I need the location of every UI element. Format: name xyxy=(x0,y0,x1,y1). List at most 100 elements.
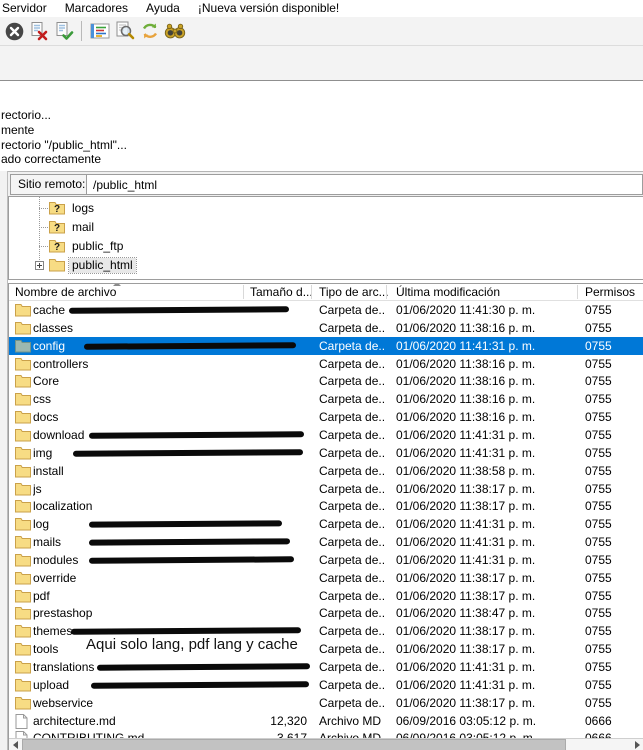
file-list-header: Nombre de archivo Tamaño d... Tipo de ar… xyxy=(9,284,643,301)
log-line: ado correctamente xyxy=(1,152,101,166)
column-header-name[interactable]: Nombre de archivo xyxy=(15,285,116,300)
reconnect-icon[interactable] xyxy=(53,20,75,42)
file-modified: 01/06/2020 11:38:16 p. m. xyxy=(396,392,574,407)
folder-icon xyxy=(15,571,31,586)
scrollbar-thumb[interactable] xyxy=(22,739,566,750)
file-type: Carpeta de... xyxy=(319,660,385,675)
folder-icon xyxy=(15,357,31,372)
file-name: js xyxy=(33,482,42,497)
horizontal-scrollbar[interactable] xyxy=(9,738,643,750)
file-permissions: 0755 xyxy=(585,464,640,479)
folder-icon xyxy=(15,392,31,407)
file-permissions: 0755 xyxy=(585,357,640,372)
file-row[interactable]: docsCarpeta de...01/06/2020 11:38:16 p. … xyxy=(9,408,643,426)
file-row[interactable]: CoreCarpeta de...01/06/2020 11:38:16 p. … xyxy=(9,372,643,390)
file-modified: 01/06/2020 11:41:31 p. m. xyxy=(396,517,574,532)
folder-icon xyxy=(15,339,31,354)
file-row[interactable]: localizationCarpeta de...01/06/2020 11:3… xyxy=(9,497,643,515)
scroll-left-button[interactable] xyxy=(9,739,22,750)
file-row[interactable]: prestashopCarpeta de...01/06/2020 11:38:… xyxy=(9,604,643,622)
file-row[interactable]: architecture.md12,320Archivo MD06/09/201… xyxy=(9,712,643,730)
column-separator[interactable] xyxy=(311,285,312,299)
file-type: Archivo MD xyxy=(319,714,385,729)
file-row[interactable]: cacheCarpeta de...01/06/2020 11:41:30 p.… xyxy=(9,301,643,319)
expand-icon[interactable] xyxy=(35,261,44,270)
disconnect-icon[interactable] xyxy=(28,20,50,42)
menu-ayuda[interactable]: Ayuda xyxy=(137,0,189,17)
refresh-icon[interactable] xyxy=(139,20,161,42)
column-separator[interactable] xyxy=(243,285,244,299)
find-files-icon[interactable] xyxy=(164,20,186,42)
triangle-right-icon xyxy=(635,741,640,749)
file-type: Carpeta de... xyxy=(319,446,385,461)
file-row[interactable]: downloadCarpeta de...01/06/2020 11:41:31… xyxy=(9,426,643,444)
menu-new-version[interactable]: ¡Nueva versión disponible! xyxy=(189,0,348,17)
tree-item-logs[interactable]: ?logs xyxy=(9,199,643,218)
tree-item-label: public_html xyxy=(69,258,136,273)
file-permissions: 0755 xyxy=(585,339,640,354)
file-type: Carpeta de... xyxy=(319,482,385,497)
file-name: upload xyxy=(33,678,69,693)
tree-item-label: public_ftp xyxy=(69,239,126,254)
file-row[interactable]: modulesCarpeta de...01/06/2020 11:41:31 … xyxy=(9,551,643,569)
file-row[interactable]: mailsCarpeta de...01/06/2020 11:41:31 p.… xyxy=(9,533,643,551)
file-permissions: 0755 xyxy=(585,696,640,711)
file-size xyxy=(243,571,307,586)
file-row[interactable]: imgCarpeta de...01/06/2020 11:41:31 p. m… xyxy=(9,444,643,462)
file-row[interactable]: classesCarpeta de...01/06/2020 11:38:16 … xyxy=(9,319,643,337)
file-row[interactable]: overrideCarpeta de...01/06/2020 11:38:17… xyxy=(9,569,643,587)
tree-item-mail[interactable]: ?mail xyxy=(9,218,643,237)
cancel-icon[interactable] xyxy=(3,20,25,42)
remote-path-combobox[interactable]: /public_html xyxy=(86,174,643,195)
file-name: modules xyxy=(33,553,78,568)
file-permissions: 0755 xyxy=(585,499,640,514)
file-type: Carpeta de... xyxy=(319,642,385,657)
file-row[interactable]: cssCarpeta de...01/06/2020 11:38:16 p. m… xyxy=(9,390,643,408)
svg-text:?: ? xyxy=(54,242,60,253)
file-size: 12,320 xyxy=(243,714,307,729)
column-header-modified[interactable]: Última modificación xyxy=(396,285,500,300)
file-row[interactable]: configCarpeta de...01/06/2020 11:41:31 p… xyxy=(9,337,643,355)
file-type: Carpeta de... xyxy=(319,696,385,711)
file-name: translations xyxy=(33,660,94,675)
file-type: Carpeta de... xyxy=(319,589,385,604)
tree-guide-stub xyxy=(39,227,48,228)
scroll-right-button[interactable] xyxy=(631,739,643,750)
file-row[interactable]: installCarpeta de...01/06/2020 11:38:58 … xyxy=(9,462,643,480)
unknown-folder-icon: ? xyxy=(49,201,65,218)
column-separator[interactable] xyxy=(577,285,578,299)
tree-guide-stub xyxy=(39,208,48,209)
file-permissions: 0755 xyxy=(585,624,640,639)
file-size xyxy=(243,482,307,497)
menu-servidor[interactable]: Servidor xyxy=(0,0,56,17)
remote-file-list: Nombre de archivo Tamaño d... Tipo de ar… xyxy=(8,283,643,750)
tree-item-public_html[interactable]: public_html xyxy=(9,256,643,275)
file-row[interactable]: translationsCarpeta de...01/06/2020 11:4… xyxy=(9,658,643,676)
svg-text:?: ? xyxy=(54,204,60,215)
file-modified: 01/06/2020 11:38:16 p. m. xyxy=(396,410,574,425)
column-header-size[interactable]: Tamaño d... xyxy=(250,285,313,300)
pane-splitter[interactable] xyxy=(0,171,8,750)
file-row[interactable]: logCarpeta de...01/06/2020 11:41:31 p. m… xyxy=(9,515,643,533)
column-header-type[interactable]: Tipo de arc... xyxy=(319,285,389,300)
file-name: mails xyxy=(33,535,61,550)
file-row[interactable]: js Carpeta de... 01/06/2020 11:38:17 p. m.… xyxy=(9,480,643,498)
file-row[interactable]: controllersCarpeta de...01/06/2020 11:38… xyxy=(9,355,643,373)
file-modified: 01/06/2020 11:41:30 p. m. xyxy=(396,303,574,318)
file-permissions: 0755 xyxy=(585,571,640,586)
column-header-permissions[interactable]: Permisos xyxy=(585,285,635,300)
folder-icon xyxy=(15,678,31,693)
menu-marcadores[interactable]: Marcadores xyxy=(56,0,137,17)
file-row[interactable]: pdfCarpeta de...01/06/2020 11:38:17 p. m… xyxy=(9,587,643,605)
file-row[interactable]: webserviceCarpeta de...01/06/2020 11:38:… xyxy=(9,694,643,712)
file-modified: 01/06/2020 11:38:17 p. m. xyxy=(396,482,574,497)
column-separator[interactable] xyxy=(386,285,387,299)
file-row[interactable]: uploadCarpeta de...01/06/2020 11:41:31 p… xyxy=(9,676,643,694)
message-log-icon[interactable] xyxy=(89,20,111,42)
directory-listing-icon[interactable] xyxy=(114,20,136,42)
tree-item-public_ftp[interactable]: ? public_ftp xyxy=(9,237,643,256)
file-type: Carpeta de... xyxy=(319,624,385,639)
folder-icon xyxy=(15,482,31,497)
file-modified: 01/06/2020 11:41:31 p. m. xyxy=(396,553,574,568)
file-type: Carpeta de... xyxy=(319,410,385,425)
